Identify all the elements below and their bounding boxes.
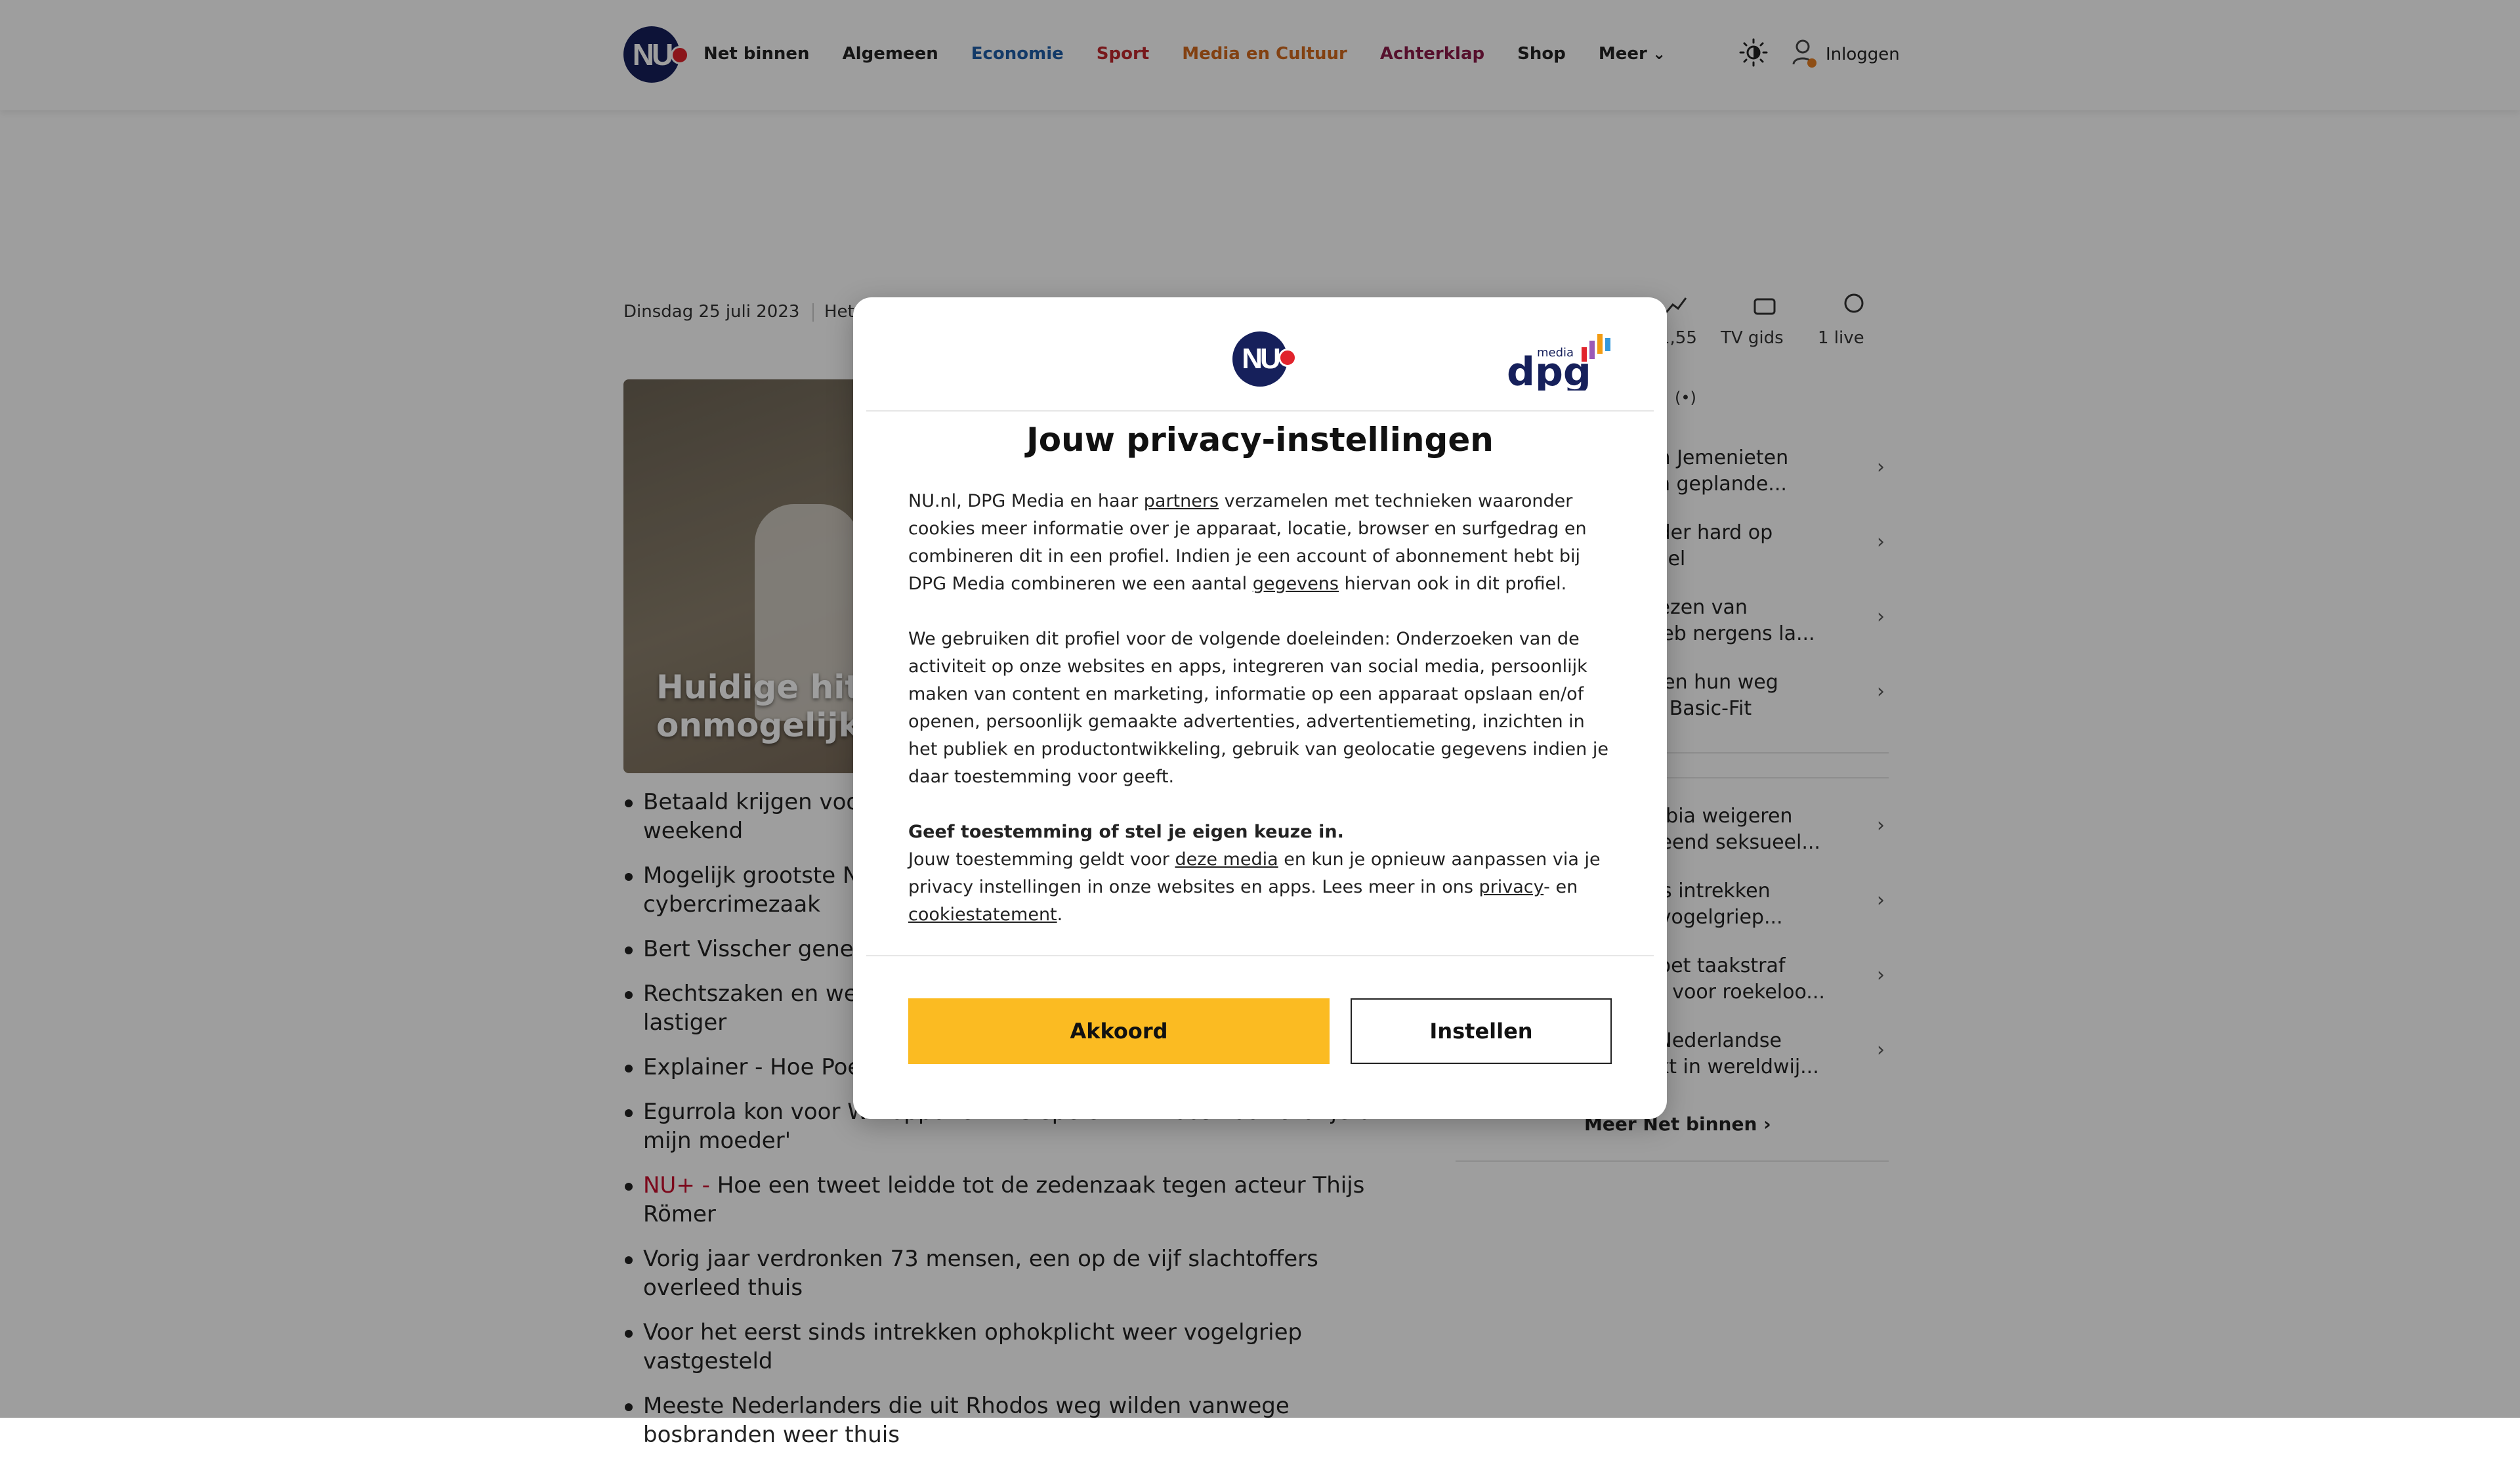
modal-paragraph-3: Geef toestemming of stel je eigen keuze … [908,822,1601,925]
modal-divider [866,955,1654,956]
modal-title: Jouw privacy-instellingen [1026,421,1494,459]
gegevens-link[interactable]: gegevens [1253,574,1339,594]
dpg-media-text: media [1537,346,1574,360]
deze-media-link[interactable]: deze media [1175,849,1278,870]
page: NU Net binnen Algemeen Economie Sport Me… [0,0,2520,1448]
cookiestatement-link[interactable]: cookiestatement [908,904,1057,925]
modal-consent-heading: Geef toestemming of stel je eigen keuze … [908,822,1344,842]
modal-divider [866,410,1654,412]
dpg-media-logo: dpg media [1507,334,1610,391]
modal-paragraph-1: NU.nl, DPG Media en haar partners verzam… [908,491,1587,594]
privacy-consent-dialog: NU dpg media Jouw privacy-instellingen N… [853,297,1667,1119]
modal-body: NU.nl, DPG Media en haar partners verzam… [908,488,1617,956]
privacy-link[interactable]: privacy [1479,877,1544,897]
settings-button[interactable]: Instellen [1351,998,1612,1064]
logo-badge-dot [1278,349,1297,367]
partners-link[interactable]: partners [1144,491,1219,511]
accept-button[interactable]: Akkoord [908,998,1330,1064]
modal-paragraph-2: We gebruiken dit profiel voor de volgend… [908,629,1608,787]
